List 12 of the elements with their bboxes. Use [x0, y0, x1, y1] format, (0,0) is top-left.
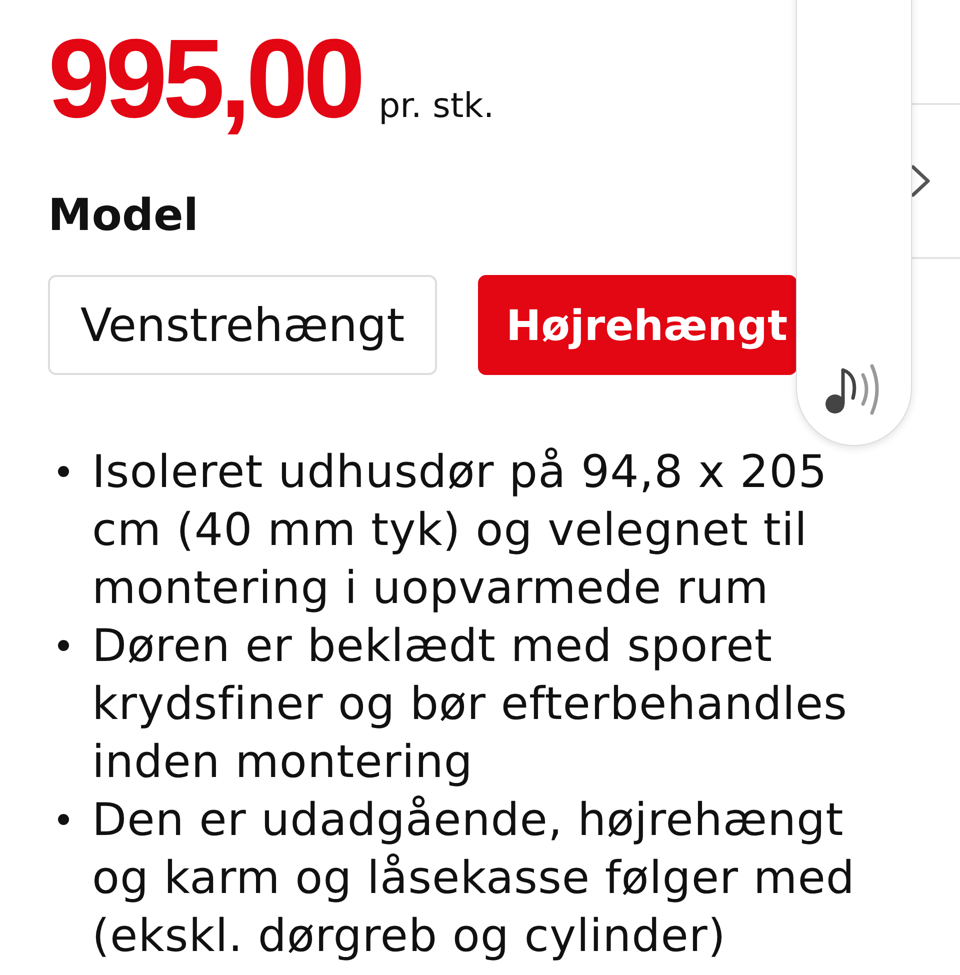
price-amount: 995,00 [48, 23, 361, 135]
feature-text: Isoleret udhusdør på 94,8 x 205 cm (40 mm tyk) og velegnet til montering i uopvarmede rum [92, 444, 828, 616]
bullet-icon [58, 814, 69, 825]
bullet-icon [58, 640, 69, 651]
feature-text: Døren er beklædt med sporet krydsfiner og bør efterbehandles inden montering [92, 618, 848, 790]
bullet-icon [58, 466, 69, 477]
model-option-button[interactable]: Venstrehængt [48, 275, 437, 375]
chevron-right-icon[interactable] [912, 165, 930, 197]
feature-text: Den er udadgående, højrehængt og karm og låsekasse følger med (ekskl. dørgreb og cylinder) [92, 792, 856, 964]
model-heading: Model [48, 194, 198, 238]
price-unit: pr. stk. [378, 89, 494, 123]
model-option-button[interactable]: Højrehængt [478, 275, 797, 375]
